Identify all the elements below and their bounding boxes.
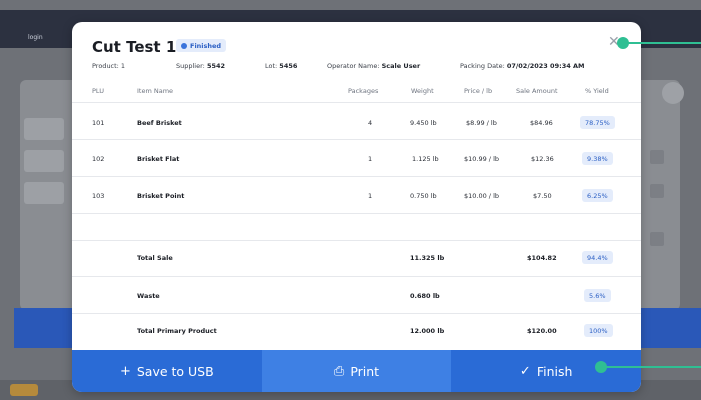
divider — [72, 213, 641, 214]
row-sale-amount: $84.96 — [530, 119, 553, 127]
meta-operator: Operator Name: Scale User — [327, 62, 420, 70]
meta-operator-value: Scale User — [381, 62, 421, 70]
column-header-item-name: Item Name — [137, 87, 174, 95]
row-price: $8.99 / lb — [466, 119, 497, 127]
divider — [72, 102, 641, 103]
row-item-name: Beef Brisket — [137, 119, 182, 127]
meta-supplier-value: 5542 — [206, 62, 226, 70]
meta-supplier: Supplier: 5542 — [176, 62, 225, 70]
cut-test-modal: Cut Test 1 Finished ✕ Product: 1 Supplie… — [72, 22, 641, 392]
finish-button[interactable]: ✓ Finish — [451, 350, 641, 392]
column-header-yield: % Yield — [585, 87, 609, 95]
printer-icon: ⎙ — [333, 363, 345, 379]
row-packages: 1 — [368, 192, 373, 200]
row-item-name: Brisket Flat — [137, 155, 180, 163]
meta-lot: Lot: 5456 — [265, 62, 297, 70]
background-row — [24, 182, 64, 204]
total-sale-label: Total Sale — [137, 254, 173, 262]
status-badge-label: Finished — [190, 41, 222, 50]
background-row — [24, 150, 64, 172]
row-packages: 1 — [368, 155, 373, 163]
meta-lot-label: Lot: — [265, 62, 280, 70]
save-to-usb-button[interactable]: + Save to USB — [72, 350, 262, 392]
row-plu: 101 — [92, 119, 105, 127]
row-sale-amount: $12.36 — [531, 155, 554, 163]
meta-lot-value: 5456 — [279, 62, 298, 70]
column-header-plu: PLU — [92, 87, 104, 95]
print-button[interactable]: ⎙ Print — [261, 350, 452, 392]
total-primary-amount: $120.00 — [527, 327, 557, 335]
row-yield-badge: 6.25% — [582, 189, 613, 202]
waste-label: Waste — [137, 292, 160, 300]
row-price: $10.99 / lb — [464, 155, 499, 163]
row-sale-amount: $7.50 — [533, 192, 552, 200]
total-sale-amount: $104.82 — [527, 254, 557, 262]
background-row — [24, 118, 64, 140]
background-gear-icon — [662, 82, 684, 104]
background-topbar-label: login — [28, 34, 43, 41]
background-square-icon — [650, 150, 664, 164]
plus-icon: + — [119, 363, 131, 379]
row-item-name: Brisket Point — [137, 192, 185, 200]
finish-label: Finish — [536, 363, 573, 379]
meta-packing-date-value: 07/02/2023 09:34 AM — [506, 62, 585, 70]
total-primary-label: Total Primary Product — [137, 327, 217, 335]
row-plu: 103 — [92, 192, 105, 200]
divider — [72, 276, 641, 277]
column-header-packages: Packages — [348, 87, 379, 95]
background-square-icon — [650, 184, 664, 198]
status-badge: Finished — [176, 39, 227, 52]
status-dot-icon — [181, 42, 187, 49]
meta-product: Product: 1 — [92, 62, 126, 70]
row-weight: 9.450 lb — [410, 119, 437, 127]
print-label: Print — [350, 363, 380, 379]
waste-weight: 0.680 lb — [410, 292, 440, 300]
meta-packing-date: Packing Date: 07/02/2023 09:34 AM — [460, 62, 585, 70]
modal-footer: + Save to USB ⎙ Print ✓ Finish — [72, 350, 641, 392]
row-weight: 0.750 lb — [410, 192, 437, 200]
row-yield-badge: 78.75% — [580, 116, 615, 129]
column-header-weight: Weight — [411, 87, 434, 95]
waste-yield-badge: 5.6% — [584, 289, 611, 302]
save-to-usb-label: Save to USB — [136, 363, 214, 379]
row-plu: 102 — [92, 155, 105, 163]
row-weight: 1.125 lb — [412, 155, 439, 163]
meta-packing-date-label: Packing Date: — [460, 62, 507, 70]
row-packages: 4 — [368, 119, 373, 127]
divider — [72, 313, 641, 314]
meta-supplier-label: Supplier: — [176, 62, 207, 70]
column-header-sale-amount: Sale Amount — [516, 87, 558, 95]
total-primary-yield-badge: 100% — [584, 324, 613, 337]
total-sale-yield-badge: 94.4% — [582, 251, 613, 264]
total-sale-weight: 11.325 lb — [410, 254, 445, 262]
total-primary-weight: 12.000 lb — [410, 327, 445, 335]
divider — [72, 240, 641, 241]
column-header-price: Price / lb — [464, 87, 493, 95]
row-yield-badge: 9.38% — [582, 152, 613, 165]
callout-line-close — [627, 42, 701, 44]
divider — [72, 176, 641, 177]
modal-title: Cut Test 1 — [92, 38, 177, 56]
meta-operator-label: Operator Name: — [327, 62, 382, 70]
callout-line-finish — [605, 366, 701, 368]
divider — [72, 139, 641, 140]
checkmark-icon: ✓ — [519, 363, 531, 379]
background-square-icon — [650, 232, 664, 246]
background-chip — [10, 384, 38, 396]
row-price: $10.00 / lb — [464, 192, 499, 200]
